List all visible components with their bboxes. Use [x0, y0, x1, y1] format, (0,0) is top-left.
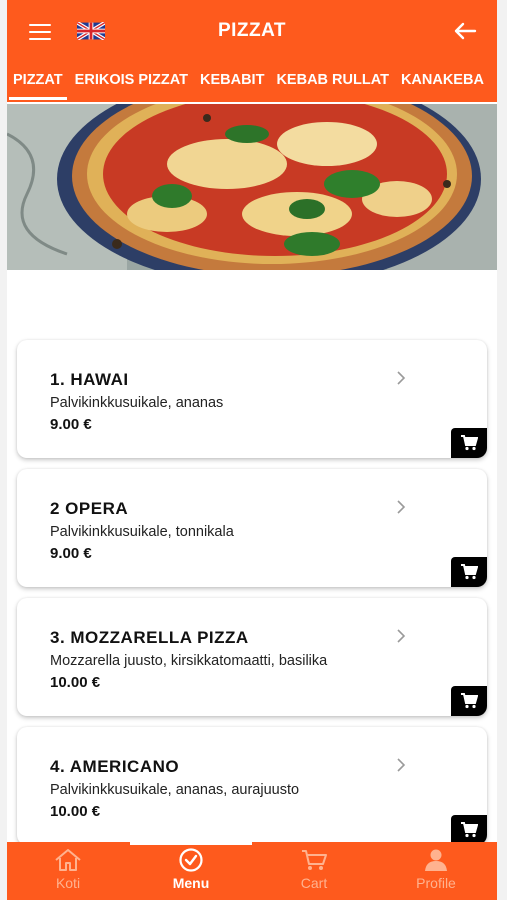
nav-label: Cart: [300, 875, 328, 891]
item-description: Palvikinkkusuikale, ananas: [50, 395, 224, 411]
nav-item-cart[interactable]: Cart: [269, 848, 359, 891]
item-description: Mozzarella juusto, kirsikkatomaatti, bas…: [50, 653, 328, 669]
nav-item-koti[interactable]: Koti: [23, 848, 113, 891]
tab-pizzat[interactable]: PIZZAT: [7, 62, 69, 100]
cart-icon: [461, 435, 478, 451]
add-to-cart-button[interactable]: [451, 815, 487, 845]
active-tab-indicator: [130, 842, 252, 845]
item-price: 10.00 €: [50, 674, 101, 691]
menu-item-card[interactable]: 2 OPERA Palvikinkkusuikale, tonnikala 9.…: [17, 469, 487, 587]
menu-item-card[interactable]: 4. AMERICANO Palvikinkkusuikale, ananas,…: [17, 727, 487, 845]
cart-icon: [302, 850, 327, 870]
cart-icon: [461, 564, 478, 580]
app-screen: PIZZAT PIZZAT ERIKOIS PIZZAT KEBABIT KEBAB …: [7, 0, 497, 900]
item-name: 4. AMERICANO: [50, 757, 180, 776]
item-name: 1. HAWAI: [50, 370, 129, 389]
category-tabs: PIZZAT ERIKOIS PIZZAT KEBABIT KEBAB RULLAT K…: [7, 62, 497, 102]
arrow-left-icon[interactable]: [453, 22, 477, 40]
nav-label: Menu: [172, 875, 210, 891]
item-description: Palvikinkkusuikale, ananas, aurajuusto: [50, 782, 300, 798]
nav-label: Profile: [416, 875, 456, 891]
tab-kebab-rullat[interactable]: KEBAB RULLAT: [270, 62, 395, 100]
chevron-right-icon: [397, 371, 406, 385]
nav-label: Koti: [55, 875, 81, 891]
nav-item-profile[interactable]: Profile: [391, 848, 481, 891]
item-description: Palvikinkkusuikale, tonnikala: [50, 524, 234, 540]
item-name: 2 OPERA: [50, 499, 129, 518]
add-to-cart-button[interactable]: [451, 557, 487, 587]
pizza-hero-image: [7, 104, 497, 270]
item-price: 10.00 €: [50, 803, 101, 820]
page-title: PIZZAT: [217, 20, 287, 41]
home-icon: [55, 849, 81, 871]
menu-item-card[interactable]: 1. HAWAI Palvikinkkusuikale, ananas 9.00…: [17, 340, 487, 458]
add-to-cart-button[interactable]: [451, 428, 487, 458]
cart-icon: [461, 822, 478, 838]
top-bar: PIZZAT: [7, 0, 497, 62]
check-circle-icon: [179, 848, 203, 872]
item-price: 9.00 €: [50, 416, 92, 433]
bottom-navigation: Koti Menu Cart Profile: [7, 842, 497, 900]
item-price: 9.00 €: [50, 545, 92, 562]
chevron-right-icon: [397, 500, 406, 514]
person-icon: [425, 849, 447, 871]
chevron-right-icon: [397, 629, 406, 643]
cart-icon: [461, 693, 478, 709]
tab-erikois-pizzat[interactable]: ERIKOIS PIZZAT: [69, 62, 194, 100]
add-to-cart-button[interactable]: [451, 686, 487, 716]
item-name: 3. MOZZARELLA PIZZA: [50, 628, 249, 647]
tab-kebabit[interactable]: KEBABIT: [194, 62, 270, 100]
tab-kanakebab[interactable]: KANAKEBA: [395, 62, 490, 100]
menu-item-card[interactable]: 3. MOZZARELLA PIZZA Mozzarella juusto, k…: [17, 598, 487, 716]
chevron-right-icon: [397, 758, 406, 772]
nav-item-menu[interactable]: Menu: [146, 848, 236, 891]
